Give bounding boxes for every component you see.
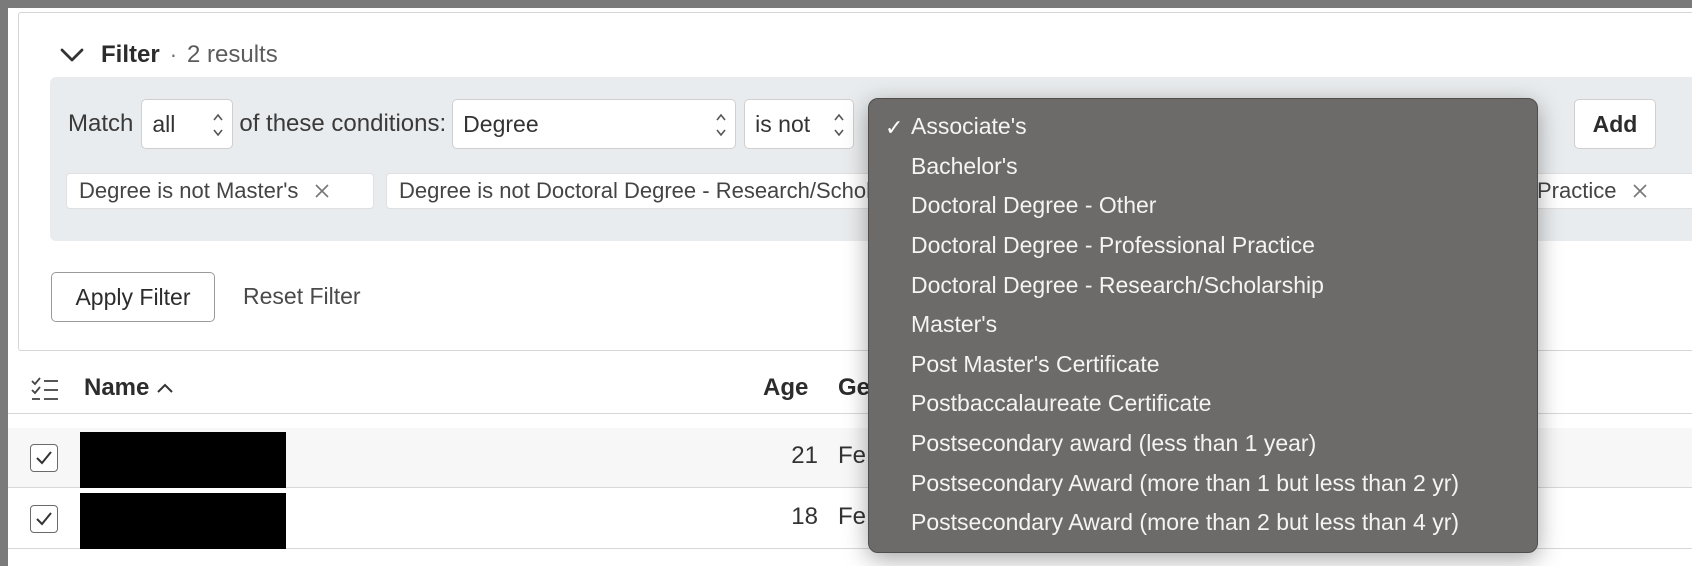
select-arrows-icon	[212, 112, 224, 138]
option-label: Postbaccalaureate Certificate	[911, 390, 1212, 417]
filter-chip: Degree is not Master's	[66, 173, 374, 209]
filter-chip: Degree is not Doctoral Degree - Research…	[386, 173, 906, 209]
select-arrows-icon	[833, 112, 845, 138]
match-value: all	[152, 110, 176, 137]
option-label: Postsecondary award (less than 1 year)	[911, 430, 1317, 457]
dropdown-option[interactable]: Postsecondary award (less than 1 year)	[869, 424, 1537, 464]
operator-value: is not	[755, 110, 811, 137]
option-label: Doctoral Degree - Professional Practice	[911, 232, 1315, 259]
match-select[interactable]: all	[141, 99, 234, 149]
chip-label: Practice	[1537, 178, 1617, 203]
row-age: 18	[791, 503, 818, 530]
option-label: Associate's	[911, 113, 1027, 140]
redacted-name	[80, 493, 286, 549]
value-dropdown-menu: ✓ Associate's Bachelor's Doctoral Degree…	[868, 98, 1538, 553]
field-select[interactable]: Degree	[452, 99, 737, 149]
chip-label: Degree is not Doctoral Degree - Research…	[399, 178, 906, 203]
conditions-label: of these conditions:	[239, 110, 447, 137]
dropdown-option[interactable]: ✓ Associate's	[869, 107, 1537, 147]
option-label: Master's	[911, 311, 998, 338]
row-age: 21	[791, 442, 818, 469]
dropdown-option[interactable]: Bachelor's	[869, 147, 1537, 187]
operator-select[interactable]: is not	[744, 99, 855, 149]
filter-chip: Practice	[1530, 173, 1692, 209]
check-icon: ✓	[885, 115, 904, 140]
dropdown-option[interactable]: Doctoral Degree - Research/Scholarship	[869, 265, 1537, 305]
reset-filter-link[interactable]: Reset Filter	[243, 283, 361, 310]
redacted-name	[80, 432, 286, 488]
chevron-down-icon[interactable]	[57, 40, 87, 70]
row-gender: Fe	[838, 442, 867, 469]
row-checkbox[interactable]	[30, 444, 58, 472]
option-label: Doctoral Degree - Other	[911, 192, 1157, 219]
apply-filter-button[interactable]: Apply Filter	[51, 272, 215, 322]
select-arrows-icon	[715, 112, 727, 138]
option-label: Doctoral Degree - Research/Scholarship	[911, 271, 1324, 298]
filter-header[interactable]: Filter · 2 results	[57, 35, 278, 75]
option-label: Postsecondary Award (more than 2 but les…	[911, 509, 1460, 536]
page: Filter · 2 results Match all of these co…	[8, 8, 1692, 566]
dropdown-option[interactable]: Postsecondary Award (more than 1 but les…	[869, 463, 1537, 503]
option-label: Bachelor's	[911, 152, 1018, 179]
filter-title: Filter	[101, 41, 160, 68]
check-icon	[36, 451, 52, 465]
dropdown-option[interactable]: Postsecondary Award (more than 2 but les…	[869, 503, 1537, 543]
match-label: Match	[68, 110, 134, 137]
column-header-name[interactable]: Name	[84, 374, 175, 402]
filter-separator: ·	[169, 42, 178, 67]
close-icon[interactable]	[1630, 181, 1650, 201]
column-header-name-label: Name	[84, 374, 150, 401]
option-label: Post Master's Certificate	[911, 350, 1160, 377]
row-checkbox[interactable]	[30, 505, 58, 533]
condition-row: Match all of these conditions: Degree is…	[68, 99, 855, 149]
dropdown-option[interactable]: Doctoral Degree - Professional Practice	[869, 226, 1537, 266]
dropdown-option[interactable]: Post Master's Certificate	[869, 345, 1537, 385]
list-checks-icon[interactable]	[30, 376, 60, 402]
result-count: 2 results	[187, 41, 278, 68]
close-icon[interactable]	[312, 181, 332, 201]
dropdown-option[interactable]: Doctoral Degree - Other	[869, 186, 1537, 226]
dropdown-option[interactable]: Master's	[869, 305, 1537, 345]
option-label: Postsecondary Award (more than 1 but les…	[911, 469, 1460, 496]
add-condition-button[interactable]: Add	[1574, 99, 1656, 149]
chevron-up-icon	[157, 383, 174, 393]
column-header-age[interactable]: Age	[763, 374, 808, 402]
column-header-gender[interactable]: Ge	[838, 374, 870, 402]
chip-label: Degree is not Master's	[79, 178, 299, 203]
check-icon	[36, 512, 52, 526]
dropdown-option[interactable]: Postbaccalaureate Certificate	[869, 384, 1537, 424]
row-gender: Fe	[838, 503, 867, 530]
field-value: Degree	[463, 110, 539, 137]
